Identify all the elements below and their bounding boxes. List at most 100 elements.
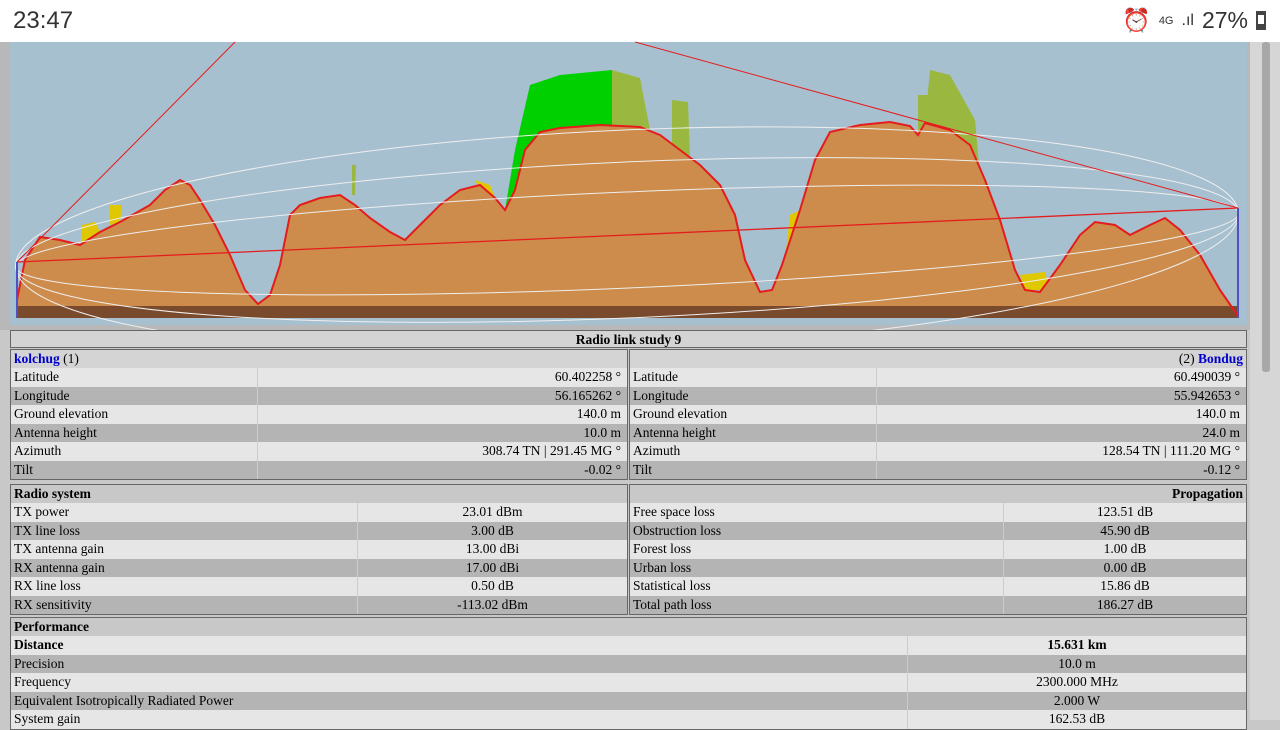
table-row: TX power 23.01 dBm (11, 503, 627, 522)
propagation-heading: Propagation (630, 485, 1246, 503)
site2-link[interactable]: Bondug (1198, 351, 1243, 366)
table-row: Longitude 55.942653 ° (630, 386, 1246, 405)
table-row: RX sensitivity -113.02 dBm (11, 595, 627, 614)
table-row: System gain 162.53 dB (11, 710, 1246, 729)
row-label: Frequency (11, 673, 908, 692)
row-value: 15.86 dB (1100, 578, 1150, 593)
row-label: Obstruction loss (630, 521, 1004, 540)
row-value: 3.00 dB (471, 522, 514, 538)
row-value: 56.165262 ° (554, 387, 621, 403)
row-label: Longitude (11, 386, 258, 405)
earth-curvature-band (17, 306, 1238, 318)
table-row: TX line loss 3.00 dB (11, 521, 627, 540)
row-label: Free space loss (630, 503, 1004, 522)
table-row: Antenna height 10.0 m (11, 423, 627, 442)
row-label: RX line loss (11, 577, 358, 596)
row-label: Longitude (630, 386, 877, 405)
row-value: 0.50 dB (471, 578, 514, 593)
row-value: 128.54 TN | 111.20 MG ° (1102, 443, 1240, 458)
row-value: 23.01 dBm (462, 504, 523, 519)
row-value: 140.0 m (576, 406, 621, 421)
performance-panel: Performance Distance 15.631 km Precision 10… (10, 617, 1247, 730)
row-value: 45.90 dB (1100, 522, 1150, 538)
terrain-profile-chart (0, 41, 1250, 330)
table-row: Equivalent Isotropically Radiated Power 2… (11, 691, 1246, 710)
row-value: 13.00 dBi (465, 541, 520, 556)
table-row: Azimuth 308.74 TN | 291.45 MG ° (11, 442, 627, 461)
row-value: -0.12 ° (1203, 461, 1240, 477)
performance-heading: Performance (11, 618, 1246, 636)
scrollbar-thumb[interactable] (1262, 42, 1270, 372)
table-row: Free space loss 123.51 dB (630, 503, 1246, 522)
scrollbar[interactable] (1250, 42, 1280, 720)
row-value: -113.02 dBm (457, 596, 528, 612)
row-label: Antenna height (630, 423, 877, 442)
row-label: TX antenna gain (11, 540, 358, 559)
row-label: RX sensitivity (11, 595, 358, 614)
row-value: 15.631 km (1047, 637, 1107, 652)
row-value: 17.00 dBi (465, 559, 520, 575)
row-label: Statistical loss (630, 577, 1004, 596)
row-value: 308.74 TN | 291.45 MG ° (482, 443, 621, 458)
study-title: Radio link study 9 (10, 330, 1247, 348)
site1-link[interactable]: kolchug (14, 351, 60, 366)
site1-panel: kolchug (1) Latitude 60.402258 ° Longitude… (10, 349, 628, 480)
row-label: Distance (11, 636, 908, 655)
row-value: 55.942653 ° (1173, 387, 1240, 403)
row-value: 60.490039 ° (1173, 369, 1240, 384)
row-value: 162.53 dB (1048, 711, 1106, 726)
row-label: TX power (11, 503, 358, 522)
table-row: Frequency 2300.000 MHz (11, 673, 1246, 692)
row-label: Latitude (11, 368, 258, 387)
row-label: Forest loss (630, 540, 1004, 559)
row-value: 0.00 dB (1103, 559, 1147, 575)
table-row: Latitude 60.490039 ° (630, 368, 1246, 387)
row-value: 186.27 dB (1096, 596, 1154, 612)
row-label: Ground elevation (11, 405, 258, 424)
row-label: Azimuth (630, 442, 877, 461)
row-value: 24.0 m (1202, 424, 1240, 440)
row-value: 2.000 W (1053, 692, 1101, 708)
table-row: RX antenna gain 17.00 dBi (11, 558, 627, 577)
row-value: 2300.000 MHz (1036, 674, 1118, 689)
table-row: Longitude 56.165262 ° (11, 386, 627, 405)
table-row: Forest loss 1.00 dB (630, 540, 1246, 559)
row-label: Total path loss (630, 595, 1004, 614)
radio-system-panel: Radio system TX power 23.01 dBm TX line lo… (10, 484, 628, 615)
table-row: Distance 15.631 km (11, 636, 1246, 655)
table-row: Statistical loss 15.86 dB (630, 577, 1246, 596)
row-value: -0.02 ° (584, 461, 621, 477)
site1-index: (1) (63, 351, 79, 366)
site2-panel: (2) Bondug Latitude 60.490039 ° Longitude 5… (629, 349, 1247, 480)
row-label: Antenna height (11, 423, 258, 442)
row-value: 140.0 m (1195, 406, 1240, 421)
row-label: Latitude (630, 368, 877, 387)
row-label: Azimuth (11, 442, 258, 461)
table-row: Tilt -0.12 ° (630, 460, 1246, 479)
row-value: 60.402258 ° (554, 369, 621, 384)
table-row: Antenna height 24.0 m (630, 423, 1246, 442)
row-label: Precision (11, 654, 908, 673)
row-label: Equivalent Isotropically Radiated Power (11, 691, 908, 710)
table-row: Azimuth 128.54 TN | 111.20 MG ° (630, 442, 1246, 461)
row-value: 10.0 m (583, 424, 621, 440)
table-row: Obstruction loss 45.90 dB (630, 521, 1246, 540)
row-value: 123.51 dB (1096, 504, 1154, 519)
row-label: Tilt (11, 460, 258, 479)
table-row: RX line loss 0.50 dB (11, 577, 627, 596)
table-row: Tilt -0.02 ° (11, 460, 627, 479)
table-row: Latitude 60.402258 ° (11, 368, 627, 387)
row-label: Tilt (630, 460, 877, 479)
table-row: Ground elevation 140.0 m (11, 405, 627, 424)
radio-system-heading: Radio system (11, 485, 627, 503)
propagation-panel: Propagation Free space loss 123.51 dB Obst… (629, 484, 1247, 615)
table-row: Ground elevation 140.0 m (630, 405, 1246, 424)
site2-index: (2) (1178, 351, 1195, 366)
table-row: Urban loss 0.00 dB (630, 558, 1246, 577)
row-value: 10.0 m (1058, 655, 1096, 671)
row-label: Ground elevation (630, 405, 877, 424)
row-label: RX antenna gain (11, 558, 358, 577)
table-row: Total path loss 186.27 dB (630, 595, 1246, 614)
table-row: TX antenna gain 13.00 dBi (11, 540, 627, 559)
row-value: 1.00 dB (1103, 541, 1147, 556)
